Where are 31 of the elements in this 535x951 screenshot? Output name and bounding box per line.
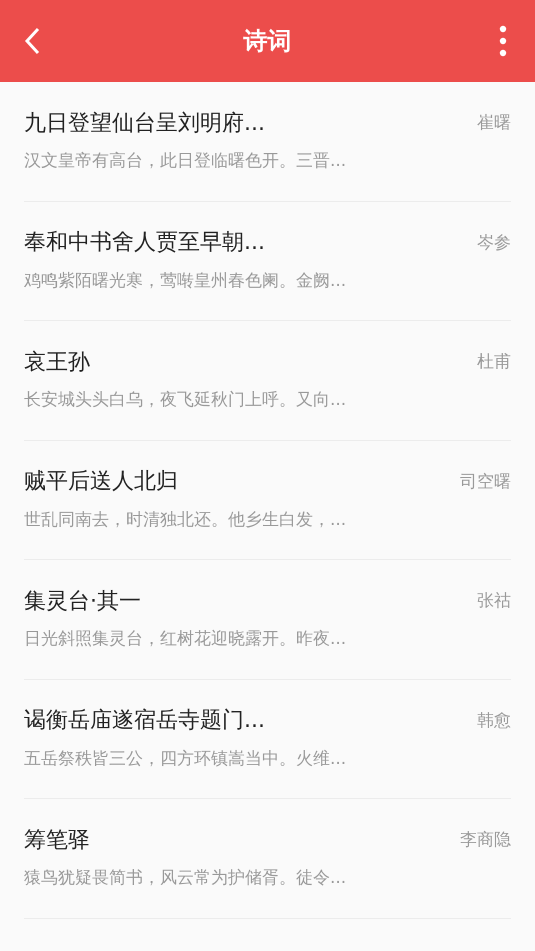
poem-title: 九日登望仙台呈刘明府... [24, 110, 265, 138]
poem-item[interactable]: 奉和中书舍人贾至早朝... 岑参 鸡鸣紫陌曙光寒，莺啭皇州春色阑。金阙... [24, 202, 511, 321]
poem-excerpt: 汉文皇帝有高台，此日登临曙色开。三晋... [24, 151, 348, 172]
poem-item[interactable]: 九日登望仙台呈刘明府... 崔曙 汉文皇帝有高台，此日登临曙色开。三晋... [24, 82, 511, 202]
poem-author: 杜甫 [477, 351, 511, 374]
poem-title: 哀王孙 [24, 350, 90, 376]
poem-author: 岑参 [477, 232, 511, 255]
poem-title: 贼平后送人北归 [24, 469, 178, 496]
poem-item[interactable]: 集灵台·其一 张祜 日光斜照集灵台，红树花迎晓露开。昨夜... [24, 560, 511, 680]
poem-title: 筹笔驿 [24, 828, 90, 854]
poem-title: 谒衡岳庙遂宿岳寺题门... [24, 708, 265, 735]
poem-author: 张祜 [477, 590, 511, 614]
poem-excerpt: 日光斜照集灵台，红树花迎晓露开。昨夜... [24, 629, 348, 650]
poem-excerpt: 长安城头头白乌，夜飞延秋门上呼。又向... [24, 390, 348, 411]
poem-author: 司空曙 [460, 470, 511, 494]
more-icon [499, 25, 507, 57]
poem-author: 李商隐 [460, 829, 511, 852]
poem-excerpt: 鸡鸣紫陌曙光寒，莺啭皇州春色阑。金阙... [24, 270, 348, 292]
poem-author: 崔曙 [477, 112, 511, 136]
poem-title: 奉和中书舍人贾至早朝... [24, 230, 265, 257]
poem-item[interactable]: 哀王孙 杜甫 长安城头头白乌，夜飞延秋门上呼。又向... [24, 321, 511, 440]
poem-item[interactable]: 贼平后送人北归 司空曙 世乱同南去，时清独北还。他乡生白发，... [24, 440, 511, 560]
poem-excerpt: 猿鸟犹疑畏简书，风云常为护储胥。徒令... [24, 868, 348, 889]
page-title: 诗词 [244, 26, 292, 57]
poem-author: 韩愈 [477, 710, 511, 733]
poem-excerpt: 五岳祭秩皆三公，四方环镇嵩当中。火维... [24, 748, 348, 770]
poem-item[interactable]: 谒衡岳庙遂宿岳寺题门... 韩愈 五岳祭秩皆三公，四方环镇嵩当中。火维... [24, 680, 511, 799]
poem-title: 集灵台·其一 [24, 588, 141, 616]
back-icon [24, 27, 40, 55]
poem-item[interactable]: 筹笔驿 李商隐 猿鸟犹疑畏简书，风云常为护储胥。徒令... [24, 799, 511, 918]
poem-excerpt: 世乱同南去，时清独北还。他乡生白发，... [24, 510, 348, 530]
